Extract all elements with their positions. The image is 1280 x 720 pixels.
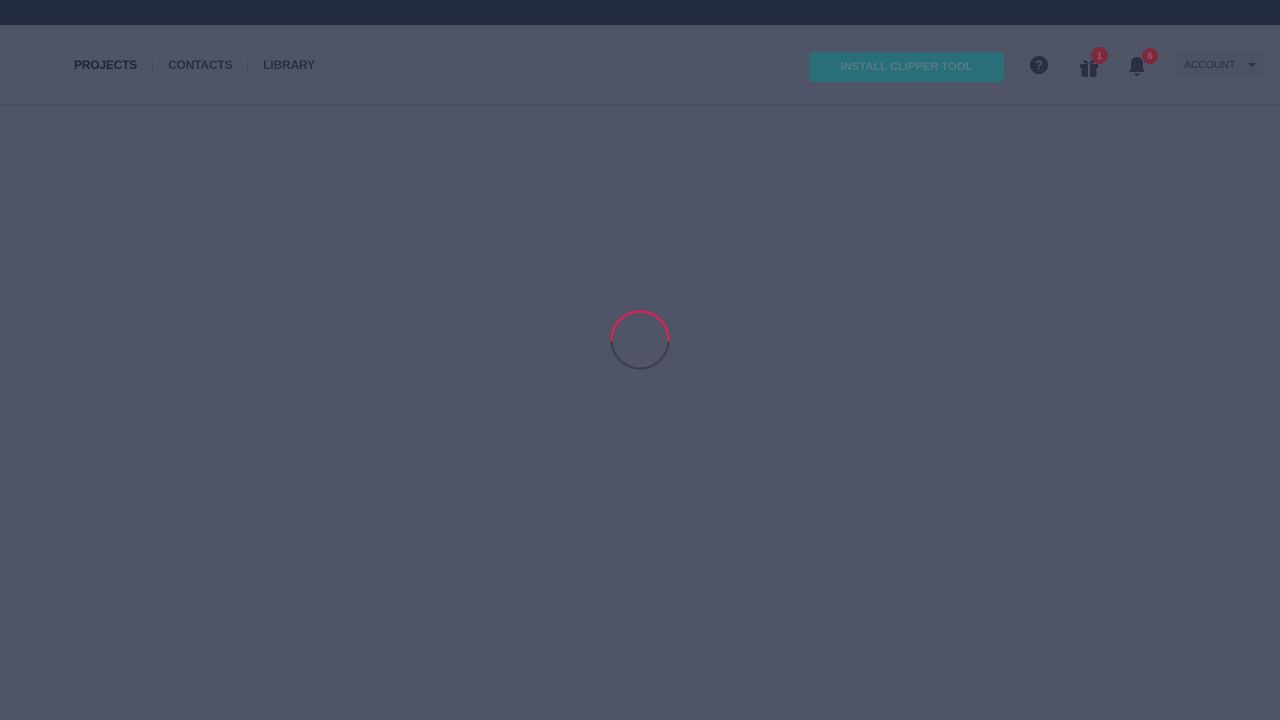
svg-text:?: ? bbox=[1035, 58, 1043, 73]
nav-contacts[interactable]: CONTACTS bbox=[168, 58, 232, 72]
nav-library[interactable]: LIBRARY bbox=[263, 58, 315, 72]
nav-projects[interactable]: PROJECTS bbox=[74, 58, 137, 72]
app-header: PROJECTS CONTACTS LIBRARY INSTALL CLIPPE… bbox=[0, 25, 1280, 105]
nav-separator bbox=[247, 60, 249, 70]
help-circle-icon: ? bbox=[1030, 56, 1048, 74]
account-dropdown[interactable]: ACCOUNT bbox=[1176, 53, 1265, 77]
notification-count-badge: 6 bbox=[1142, 48, 1158, 64]
install-clipper-tool-button[interactable]: INSTALL CLIPPER TOOL bbox=[809, 52, 1004, 82]
caret-down-icon bbox=[1248, 63, 1256, 67]
gift-count-badge: 1 bbox=[1091, 47, 1108, 64]
top-strip bbox=[0, 0, 1280, 25]
account-label: ACCOUNT bbox=[1184, 59, 1236, 71]
nav-separator bbox=[152, 60, 154, 70]
help-button[interactable]: ? bbox=[1027, 53, 1051, 77]
main-nav: PROJECTS CONTACTS LIBRARY bbox=[74, 25, 315, 105]
loading-spinner-icon bbox=[610, 310, 670, 370]
